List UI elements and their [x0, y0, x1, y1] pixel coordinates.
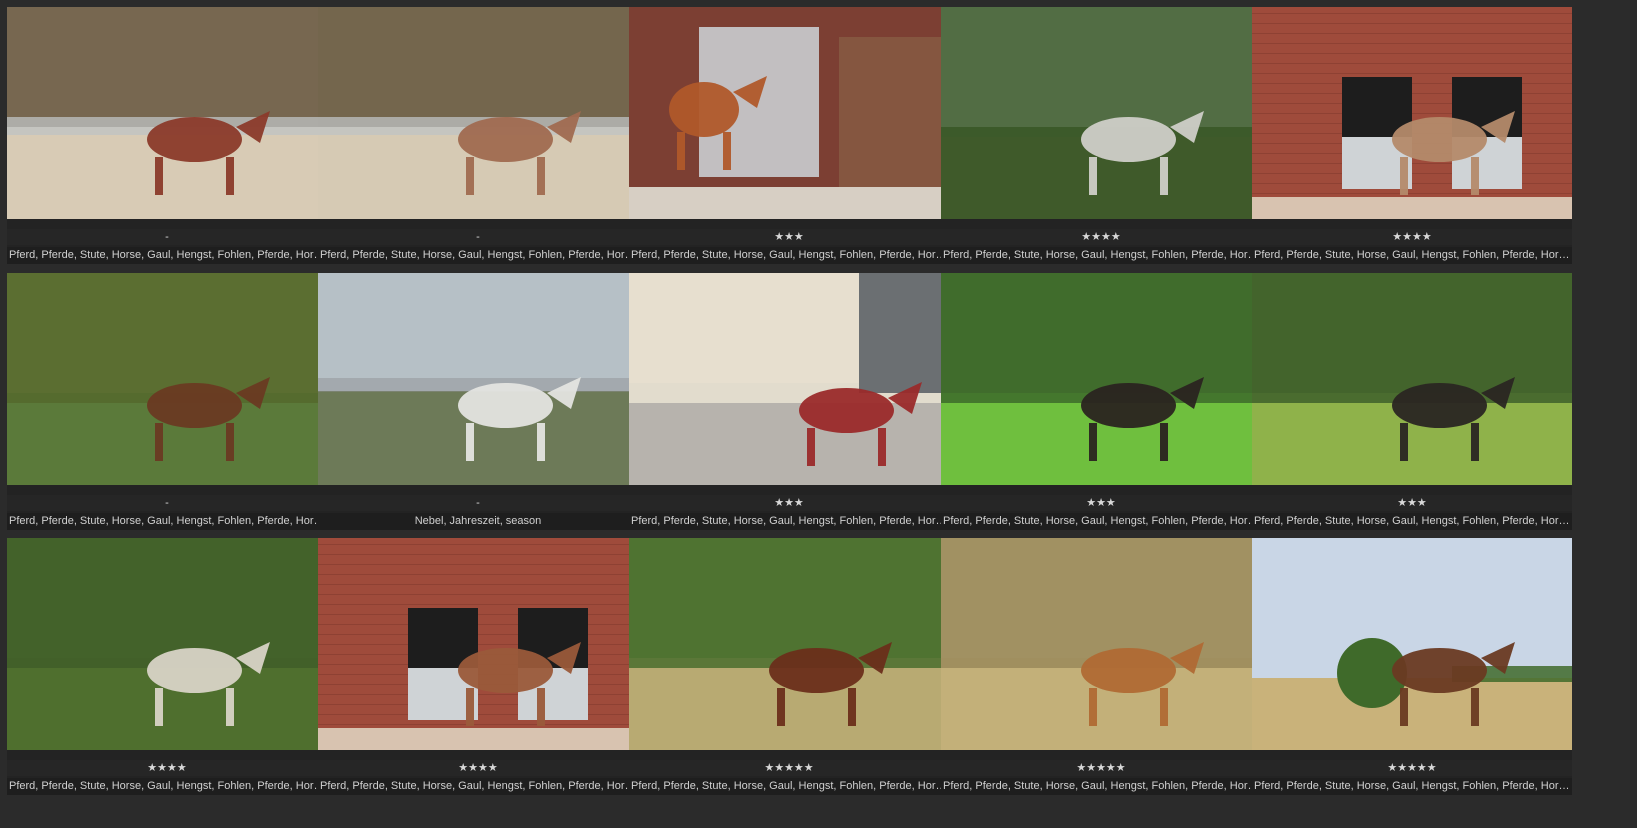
keywords-label: Pferd, Pferde, Stute, Horse, Gaul, Hengs…: [318, 778, 638, 795]
keywords-label: Pferd, Pferde, Stute, Horse, Gaul, Hengs…: [7, 778, 327, 795]
horse-body: [147, 648, 242, 693]
thumbnail-cell[interactable]: ★★★ Pferd, Pferde, Stute, Horse, Gaul, He…: [629, 273, 949, 530]
horse-body: [458, 648, 553, 693]
rating-stars[interactable]: ★★★: [1252, 495, 1572, 511]
horse-body: [669, 82, 739, 137]
thumbnail-image[interactable]: [1252, 273, 1572, 485]
rating-stars[interactable]: ★★★: [629, 495, 949, 511]
thumbnail-cell[interactable]: ★★★ Pferd, Pferde, Stute, Horse, Gaul, He…: [629, 7, 949, 264]
rating-stars[interactable]: ★★★★: [1252, 229, 1572, 245]
thumbnail-image[interactable]: [629, 538, 949, 750]
photo-preview: [7, 7, 327, 219]
horse-body: [769, 648, 864, 693]
photo-preview: [941, 273, 1261, 485]
thumbnail-image[interactable]: [7, 273, 327, 485]
rating-stars[interactable]: -: [7, 495, 327, 511]
thumbnail-image[interactable]: [7, 538, 327, 750]
photo-preview: [629, 273, 949, 485]
keywords-label: Pferd, Pferde, Stute, Horse, Gaul, Hengs…: [7, 247, 327, 264]
thumbnail-cell[interactable]: ★★★★ Pferd, Pferde, Stute, Horse, Gaul, H…: [318, 538, 638, 795]
horse-body: [799, 388, 894, 433]
photo-preview: [1252, 273, 1572, 485]
horse-body: [1392, 383, 1487, 428]
photo-preview: [629, 538, 949, 750]
thumbnail-cell[interactable]: ★★★★★ Pferd, Pferde, Stute, Horse, Gaul, …: [941, 538, 1261, 795]
photo-preview: [941, 7, 1261, 219]
horse-body: [1081, 117, 1176, 162]
rating-stars[interactable]: ★★★★: [318, 760, 638, 776]
horse-body: [458, 383, 553, 428]
thumbnail-cell[interactable]: ★★★★★ Pferd, Pferde, Stute, Horse, Gaul, …: [629, 538, 949, 795]
thumbnail-image[interactable]: [941, 538, 1261, 750]
keywords-label: Pferd, Pferde, Stute, Horse, Gaul, Hengs…: [1252, 247, 1572, 264]
thumbnail-cell[interactable]: ★★★★★ Pferd, Pferde, Stute, Horse, Gaul, …: [1252, 538, 1572, 795]
rating-stars[interactable]: ★★★: [629, 229, 949, 245]
keywords-label: Pferd, Pferde, Stute, Horse, Gaul, Hengs…: [1252, 513, 1572, 530]
rating-stars[interactable]: ★★★★★: [941, 760, 1261, 776]
photo-preview: [318, 273, 638, 485]
rating-stars[interactable]: ★★★★: [7, 760, 327, 776]
thumbnail-image[interactable]: [318, 7, 638, 219]
horse-body: [147, 117, 242, 162]
horse-body: [1392, 117, 1487, 162]
keywords-label: Pferd, Pferde, Stute, Horse, Gaul, Hengs…: [941, 247, 1261, 264]
thumbnail-cell[interactable]: - Pferd, Pferde, Stute, Horse, Gaul, Heng…: [7, 273, 327, 530]
keywords-label: Pferd, Pferde, Stute, Horse, Gaul, Hengs…: [7, 513, 327, 530]
horse-body: [147, 383, 242, 428]
thumbnail-cell[interactable]: - Pferd, Pferde, Stute, Horse, Gaul, Heng…: [7, 7, 327, 264]
thumbnail-image[interactable]: [318, 538, 638, 750]
keywords-label: Pferd, Pferde, Stute, Horse, Gaul, Hengs…: [629, 513, 949, 530]
thumbnail-cell[interactable]: ★★★★ Pferd, Pferde, Stute, Horse, Gaul, H…: [941, 7, 1261, 264]
rating-stars[interactable]: ★★★★★: [629, 760, 949, 776]
thumbnail-image[interactable]: [629, 273, 949, 485]
keywords-label: Pferd, Pferde, Stute, Horse, Gaul, Hengs…: [318, 247, 638, 264]
photo-preview: [941, 538, 1261, 750]
keywords-label: Pferd, Pferde, Stute, Horse, Gaul, Hengs…: [1252, 778, 1572, 795]
photo-preview: [318, 538, 638, 750]
keywords-label: Pferd, Pferde, Stute, Horse, Gaul, Hengs…: [941, 513, 1261, 530]
rating-stars[interactable]: -: [318, 229, 638, 245]
photo-preview: [1252, 7, 1572, 219]
thumbnail-cell[interactable]: ★★★ Pferd, Pferde, Stute, Horse, Gaul, He…: [941, 273, 1261, 530]
rating-stars[interactable]: ★★★★: [941, 229, 1261, 245]
horse-body: [458, 117, 553, 162]
rating-stars[interactable]: -: [7, 229, 327, 245]
thumbnail-cell[interactable]: ★★★ Pferd, Pferde, Stute, Horse, Gaul, He…: [1252, 273, 1572, 530]
thumbnail-cell[interactable]: ★★★★ Pferd, Pferde, Stute, Horse, Gaul, H…: [1252, 7, 1572, 264]
thumbnail-image[interactable]: [1252, 7, 1572, 219]
thumbnail-cell[interactable]: ★★★★ Pferd, Pferde, Stute, Horse, Gaul, H…: [7, 538, 327, 795]
keywords-label: Pferd, Pferde, Stute, Horse, Gaul, Hengs…: [629, 778, 949, 795]
thumbnail-image[interactable]: [7, 7, 327, 219]
thumbnail-image[interactable]: [941, 273, 1261, 485]
photo-preview: [629, 7, 949, 219]
thumbnail-image[interactable]: [318, 273, 638, 485]
rating-stars[interactable]: ★★★★★: [1252, 760, 1572, 776]
rating-stars[interactable]: -: [318, 495, 638, 511]
thumbnail-cell[interactable]: - Nebel, Jahreszeit, season: [318, 273, 638, 530]
horse-body: [1392, 648, 1487, 693]
photo-preview: [7, 273, 327, 485]
photo-preview: [1252, 538, 1572, 750]
horse-body: [1081, 383, 1176, 428]
rating-stars[interactable]: ★★★: [941, 495, 1261, 511]
horse-body: [1081, 648, 1176, 693]
keywords-label: Pferd, Pferde, Stute, Horse, Gaul, Hengs…: [941, 778, 1261, 795]
photo-preview: [318, 7, 638, 219]
thumbnail-grid: - Pferd, Pferde, Stute, Horse, Gaul, Heng…: [0, 0, 1637, 828]
keywords-label: Nebel, Jahreszeit, season: [318, 513, 638, 530]
thumbnail-image[interactable]: [1252, 538, 1572, 750]
thumbnail-image[interactable]: [629, 7, 949, 219]
thumbnail-cell[interactable]: - Pferd, Pferde, Stute, Horse, Gaul, Heng…: [318, 7, 638, 264]
thumbnail-image[interactable]: [941, 7, 1261, 219]
photo-preview: [7, 538, 327, 750]
keywords-label: Pferd, Pferde, Stute, Horse, Gaul, Hengs…: [629, 247, 949, 264]
